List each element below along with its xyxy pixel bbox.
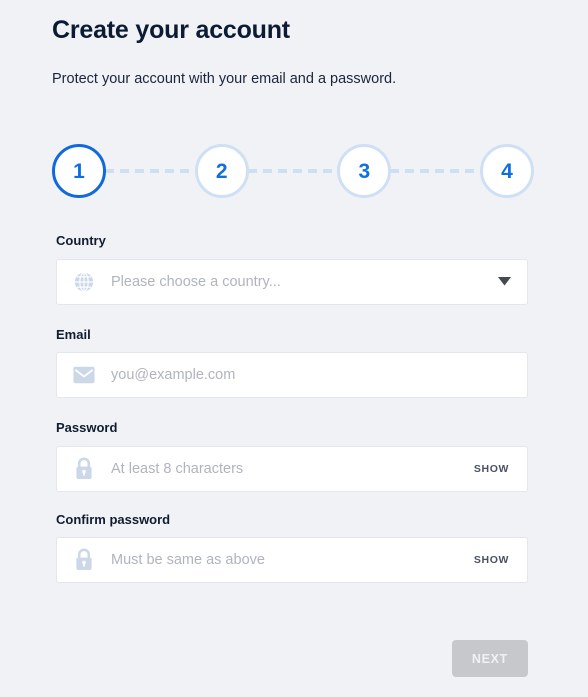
page-header: Create your account Protect your account… (52, 14, 552, 89)
email-field-group: Email you@example.com (56, 327, 528, 399)
globe-icon (57, 271, 111, 293)
password-show-toggle[interactable]: SHOW (474, 463, 527, 475)
country-select[interactable]: Please choose a country... (56, 258, 528, 305)
stepper-connector-1-2 (105, 169, 196, 173)
next-button[interactable]: NEXT (451, 640, 528, 677)
progress-stepper: 1 2 3 4 (52, 143, 535, 199)
confirm-password-value: Must be same as above (111, 552, 265, 569)
stepper-step-1-number: 1 (73, 159, 85, 183)
lock-icon (57, 548, 111, 572)
signup-form: Country Please choose a country... Email… (56, 233, 528, 584)
email-label: Email (56, 326, 91, 342)
signup-page: Create your account Protect your account… (0, 0, 588, 697)
stepper-step-1[interactable]: 1 (52, 144, 106, 198)
password-value: At least 8 characters (111, 460, 244, 477)
stepper-step-4-number: 4 (501, 159, 513, 183)
stepper-connector-2-3 (247, 169, 339, 173)
confirm-password-input[interactable]: Must be same as above SHOW (56, 537, 528, 584)
page-title: Create your account (52, 16, 290, 44)
password-label: Password (56, 420, 118, 436)
stepper-step-2[interactable]: 2 (194, 144, 249, 198)
stepper-step-4[interactable]: 4 (480, 144, 535, 198)
country-label: Country (56, 233, 106, 248)
form-footer: NEXT (56, 640, 528, 677)
envelope-icon (57, 366, 111, 384)
chevron-down-icon[interactable] (498, 277, 527, 286)
email-input[interactable]: you@example.com (56, 352, 528, 399)
password-field-group: Password At least 8 characters SHOW (56, 420, 528, 492)
stepper-step-2-number: 2 (215, 159, 228, 183)
country-field-group: Country Please choose a country... (56, 233, 528, 305)
confirm-password-show-toggle[interactable]: SHOW (474, 554, 527, 566)
lock-icon (57, 457, 111, 481)
password-input[interactable]: At least 8 characters SHOW (56, 445, 528, 492)
country-value: Please choose a country... (111, 273, 281, 290)
email-value: you@example.com (111, 367, 236, 384)
confirm-password-field-group: Confirm password Must be same as above S… (56, 512, 528, 584)
stepper-connector-3-4 (390, 169, 482, 173)
stepper-step-3-number: 3 (358, 159, 371, 183)
stepper-step-3[interactable]: 3 (337, 144, 392, 198)
page-subtitle: Protect your account with your email and… (52, 70, 397, 87)
confirm-password-label: Confirm password (56, 511, 171, 527)
